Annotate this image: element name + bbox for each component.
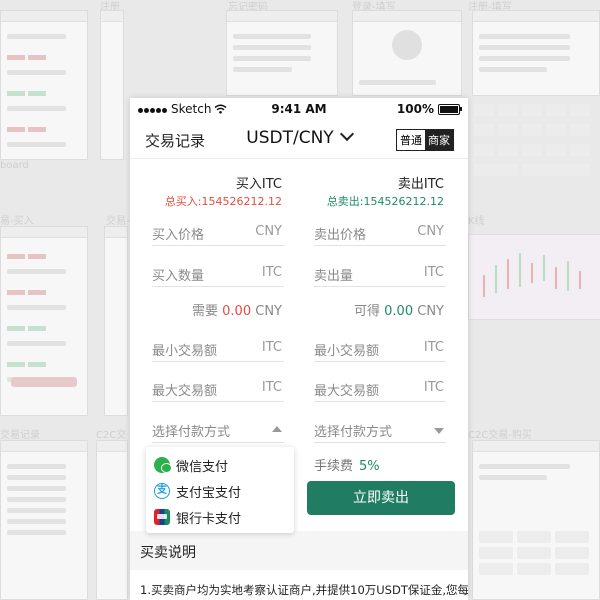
battery-percent: 100%: [396, 102, 434, 116]
battery-icon: [438, 103, 462, 115]
sell-title: 卖出ITC: [397, 177, 444, 192]
sell-quantity-unit: ITC: [423, 265, 444, 280]
bg-kline-chart: [468, 234, 600, 320]
buy-price-placeholder: 买入价格: [152, 228, 205, 243]
sell-available-prefix: 可得: [354, 304, 381, 319]
bg-mock-c2c: [96, 440, 128, 600]
pair-title: USDT/CNY: [246, 128, 334, 148]
bg-mock-login: [352, 10, 462, 96]
alipay-icon: 支: [154, 483, 170, 499]
status-bar: Sketch 9:41 AM 100%: [130, 98, 468, 120]
sell-price-unit: CNY: [417, 224, 444, 239]
payment-option-label: 微信支付: [176, 459, 229, 475]
sell-min-placeholder: 最小交易额: [314, 344, 380, 359]
bg-mock-register: [100, 10, 124, 160]
buy-required-amount: 需要 0.00 CNY: [192, 300, 282, 319]
bg-mock-trade: [104, 226, 128, 416]
payment-option-label: 银行卡支付: [176, 511, 242, 527]
bg-mock-trade-buy: [0, 226, 88, 416]
buy-quantity-input[interactable]: 买入数量 ITC: [152, 260, 284, 287]
buy-max-amount-input[interactable]: 最大交易额 ITC: [152, 375, 284, 402]
bg-mock-market-list: [0, 10, 88, 160]
buy-price-input[interactable]: 买入价格 CNY: [152, 219, 284, 246]
buy-required-value: 0.00: [222, 304, 252, 319]
notes-heading: 买卖说明: [140, 545, 196, 561]
buy-quantity-unit: ITC: [261, 265, 282, 280]
caret-down-icon: [434, 428, 444, 434]
bg-keyboard: [470, 100, 600, 220]
bg-label-c2c-buy: C2C交易-购买: [468, 430, 532, 441]
sell-quantity-input[interactable]: 卖出量 ITC: [314, 260, 446, 287]
buy-min-amount-input[interactable]: 最小交易额 ITC: [152, 335, 284, 362]
bg-label-trade-records: 交易记录: [0, 430, 40, 441]
sell-min-amount-input[interactable]: 最小交易额 ITC: [314, 335, 446, 362]
payment-dropdown: 微信支付 支 支付宝支付 银行卡支付: [146, 447, 294, 533]
buy-payment-placeholder: 选择付款方式: [152, 425, 231, 440]
mode-merchant-button[interactable]: 商家: [425, 130, 453, 150]
status-bar-right: 100%: [396, 102, 462, 116]
buy-required-prefix: 需要: [192, 304, 219, 319]
notes-body: 1.买卖商户均为实地考察认证商户,并提供10万USDT保证金,您每: [130, 570, 468, 600]
notes-line-1: 1.买卖商户均为实地考察认证商户,并提供10万USDT保证金,您每: [140, 583, 468, 597]
buy-min-unit: ITC: [261, 340, 282, 355]
bg-mock-forgot: [226, 10, 338, 96]
bg-label-trade: 交易-: [106, 216, 130, 227]
mode-toggle: 普通 商家: [396, 129, 454, 151]
unionpay-icon: [154, 509, 170, 525]
bg-label-c2c: C2C交: [96, 430, 127, 441]
mode-normal-button[interactable]: 普通: [397, 130, 425, 150]
payment-option-alipay[interactable]: 支 支付宝支付: [154, 481, 241, 501]
payment-option-wechat[interactable]: 微信支付: [154, 455, 228, 475]
buy-max-placeholder: 最大交易额: [152, 384, 218, 399]
notes-header: 买卖说明: [130, 534, 468, 568]
sell-min-unit: ITC: [423, 340, 444, 355]
buy-quantity-placeholder: 买入数量: [152, 269, 205, 284]
sell-total: 总卖出:154526212.12: [326, 195, 444, 208]
sell-quantity-placeholder: 卖出量: [314, 269, 354, 284]
buy-max-unit: ITC: [261, 380, 282, 395]
bg-mock-trade-records: [0, 440, 88, 600]
sell-price-input[interactable]: 卖出价格 CNY: [314, 219, 446, 246]
bg-label-dashboard: board: [0, 160, 29, 171]
wechat-icon: [154, 457, 172, 473]
sell-payment-placeholder: 选择付款方式: [314, 425, 393, 440]
sell-available-value: 0.00: [384, 304, 414, 319]
bg-mock-register-fill: [472, 10, 600, 96]
buy-price-unit: CNY: [255, 224, 282, 239]
buy-title: 买入ITC: [235, 177, 282, 192]
sell-max-amount-input[interactable]: 最大交易额 ITC: [314, 375, 446, 402]
sell-available-amount: 可得 0.00 CNY: [354, 300, 444, 319]
phone-screen: Sketch 9:41 AM 100% 交易记录 USDT/CNY 普通 商家 …: [130, 98, 468, 600]
trade-panel: 买入ITC 总买入:154526212.12 买入价格 CNY 买入数量 ITC…: [130, 159, 468, 533]
buy-min-placeholder: 最小交易额: [152, 344, 218, 359]
payment-option-label: 支付宝支付: [176, 485, 242, 501]
sell-max-placeholder: 最大交易额: [314, 384, 380, 399]
sell-now-button[interactable]: 立即卖出: [307, 481, 455, 515]
fee-value: 5%: [359, 459, 380, 474]
buy-total: 总买入:154526212.12: [164, 195, 282, 208]
buy-payment-select[interactable]: 选择付款方式: [152, 416, 284, 443]
bg-mock-c2c-buy: [472, 440, 600, 600]
caret-up-icon: [272, 426, 282, 432]
sell-available-unit: CNY: [417, 304, 444, 319]
nav-bar: 交易记录 USDT/CNY 普通 商家: [130, 120, 468, 159]
fee-info: 手续费 5%: [314, 455, 380, 474]
sell-price-placeholder: 卖出价格: [314, 228, 367, 243]
fee-label: 手续费: [314, 459, 354, 474]
bg-label-trade-buy: 易-买入: [0, 216, 34, 227]
payment-option-bank[interactable]: 银行卡支付: [154, 507, 241, 527]
sell-max-unit: ITC: [423, 380, 444, 395]
sell-payment-select[interactable]: 选择付款方式: [314, 416, 446, 443]
chevron-down-icon: [339, 126, 354, 142]
buy-required-unit: CNY: [255, 304, 282, 319]
